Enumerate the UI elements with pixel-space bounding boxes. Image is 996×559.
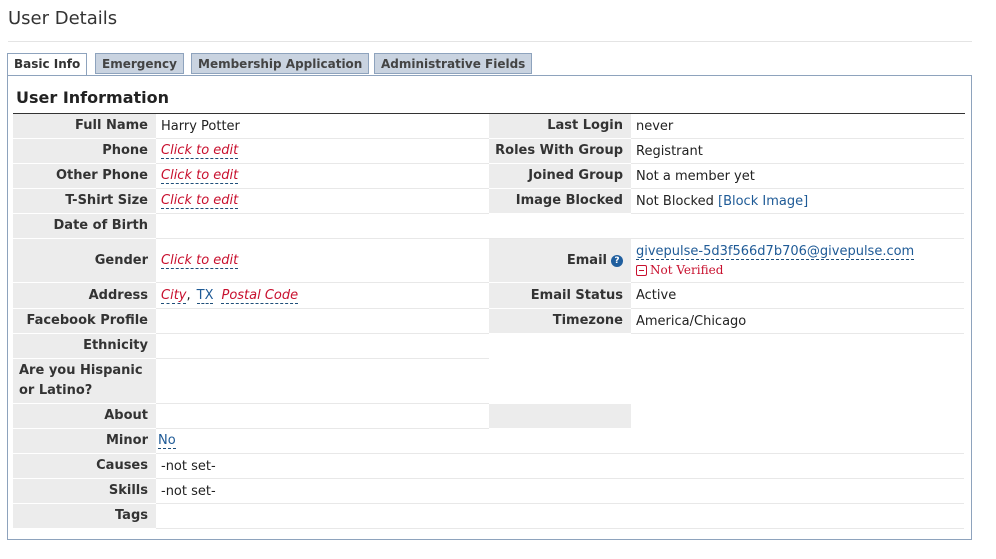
gender-value: Click to edit <box>156 239 489 283</box>
email-label: Email? <box>489 239 631 283</box>
hispanic-latino-label: Are you Hispanic or Latino? <box>13 359 156 404</box>
last-login-label: Last Login <box>489 114 631 139</box>
joined-group-value: Not a member yet <box>631 164 964 189</box>
minus-box-icon <box>636 264 647 276</box>
image-blocked-label: Image Blocked <box>489 189 631 214</box>
about-label: About <box>13 404 156 429</box>
facebook-profile-value[interactable] <box>156 309 489 334</box>
tab-administrative-fields[interactable]: Administrative Fields <box>374 53 533 74</box>
about-value[interactable] <box>156 404 489 429</box>
ethnicity-label: Ethnicity <box>13 334 156 359</box>
gender-label: Gender <box>13 239 156 283</box>
address-state-link[interactable]: TX <box>196 288 214 304</box>
email-status-value: Active <box>631 283 964 309</box>
date-of-birth-value[interactable] <box>156 214 964 239</box>
tags-value[interactable] <box>156 504 964 529</box>
address-comma: , <box>186 288 191 303</box>
other-phone-value: Click to edit <box>156 164 489 189</box>
help-icon[interactable]: ? <box>611 254 623 267</box>
other-phone-label: Other Phone <box>13 164 156 189</box>
email-value: givepulse-5d3f566d7b706@givepulse.com No… <box>631 239 964 283</box>
skills-value[interactable]: -not set- <box>156 479 964 504</box>
email-status-label: Email Status <box>489 283 631 309</box>
tab-basic-info[interactable]: Basic Info <box>7 53 88 76</box>
ethnicity-value[interactable] <box>156 334 489 359</box>
address-value: City, TX Postal Code <box>156 283 489 309</box>
timezone-label: Timezone <box>489 309 631 334</box>
causes-label: Causes <box>13 454 156 479</box>
user-information-panel: User Information Full Name Harry Potter … <box>7 75 972 540</box>
email-label-text: Email <box>566 252 607 268</box>
skills-label: Skills <box>13 479 156 504</box>
tab-membership-application[interactable]: Membership Application <box>191 53 370 74</box>
last-login-value: never <box>631 114 964 139</box>
minor-value: No <box>156 429 964 454</box>
roles-with-group-value: Registrant <box>631 139 964 164</box>
causes-value[interactable]: -not set- <box>156 454 964 479</box>
not-verified-badge: Not Verified <box>636 263 914 277</box>
address-postal-link[interactable]: Postal Code <box>221 288 299 304</box>
full-name-value: Harry Potter <box>156 114 489 139</box>
tshirt-size-value: Click to edit <box>156 189 489 214</box>
gender-edit-link[interactable]: Click to edit <box>161 253 239 269</box>
address-city-link[interactable]: City <box>161 288 187 304</box>
phone-value: Click to edit <box>156 139 489 164</box>
full-name-label: Full Name <box>13 114 156 139</box>
facebook-profile-label: Facebook Profile <box>13 309 156 334</box>
timezone-value: America/Chicago <box>631 309 964 334</box>
image-blocked-status: Not Blocked <box>636 193 714 209</box>
date-of-birth-label: Date of Birth <box>13 214 156 239</box>
tab-emergency[interactable]: Emergency <box>95 53 184 74</box>
email-edit-link[interactable]: givepulse-5d3f566d7b706@givepulse.com <box>636 244 915 260</box>
other-phone-edit-link[interactable]: Click to edit <box>161 168 239 184</box>
about-right-spacer <box>489 404 631 429</box>
full-name-text: Harry Potter <box>161 118 240 134</box>
block-image-link[interactable]: [Block Image] <box>718 194 808 209</box>
tshirt-size-edit-link[interactable]: Click to edit <box>161 193 239 209</box>
section-title: User Information <box>16 88 169 107</box>
joined-group-label: Joined Group <box>489 164 631 189</box>
roles-with-group-label: Roles With Group <box>489 139 631 164</box>
title-divider <box>8 41 972 42</box>
minor-toggle-link[interactable]: No <box>158 433 176 449</box>
address-label: Address <box>13 283 156 309</box>
phone-edit-link[interactable]: Click to edit <box>161 143 239 159</box>
phone-label: Phone <box>13 139 156 164</box>
page-title: User Details <box>8 8 118 29</box>
hispanic-latino-value[interactable] <box>156 359 489 404</box>
image-blocked-value: Not Blocked [Block Image] <box>631 189 964 214</box>
not-verified-text: Not Verified <box>650 263 724 277</box>
tshirt-size-label: T-Shirt Size <box>13 189 156 214</box>
tags-label: Tags <box>13 504 156 529</box>
minor-label: Minor <box>13 429 156 454</box>
